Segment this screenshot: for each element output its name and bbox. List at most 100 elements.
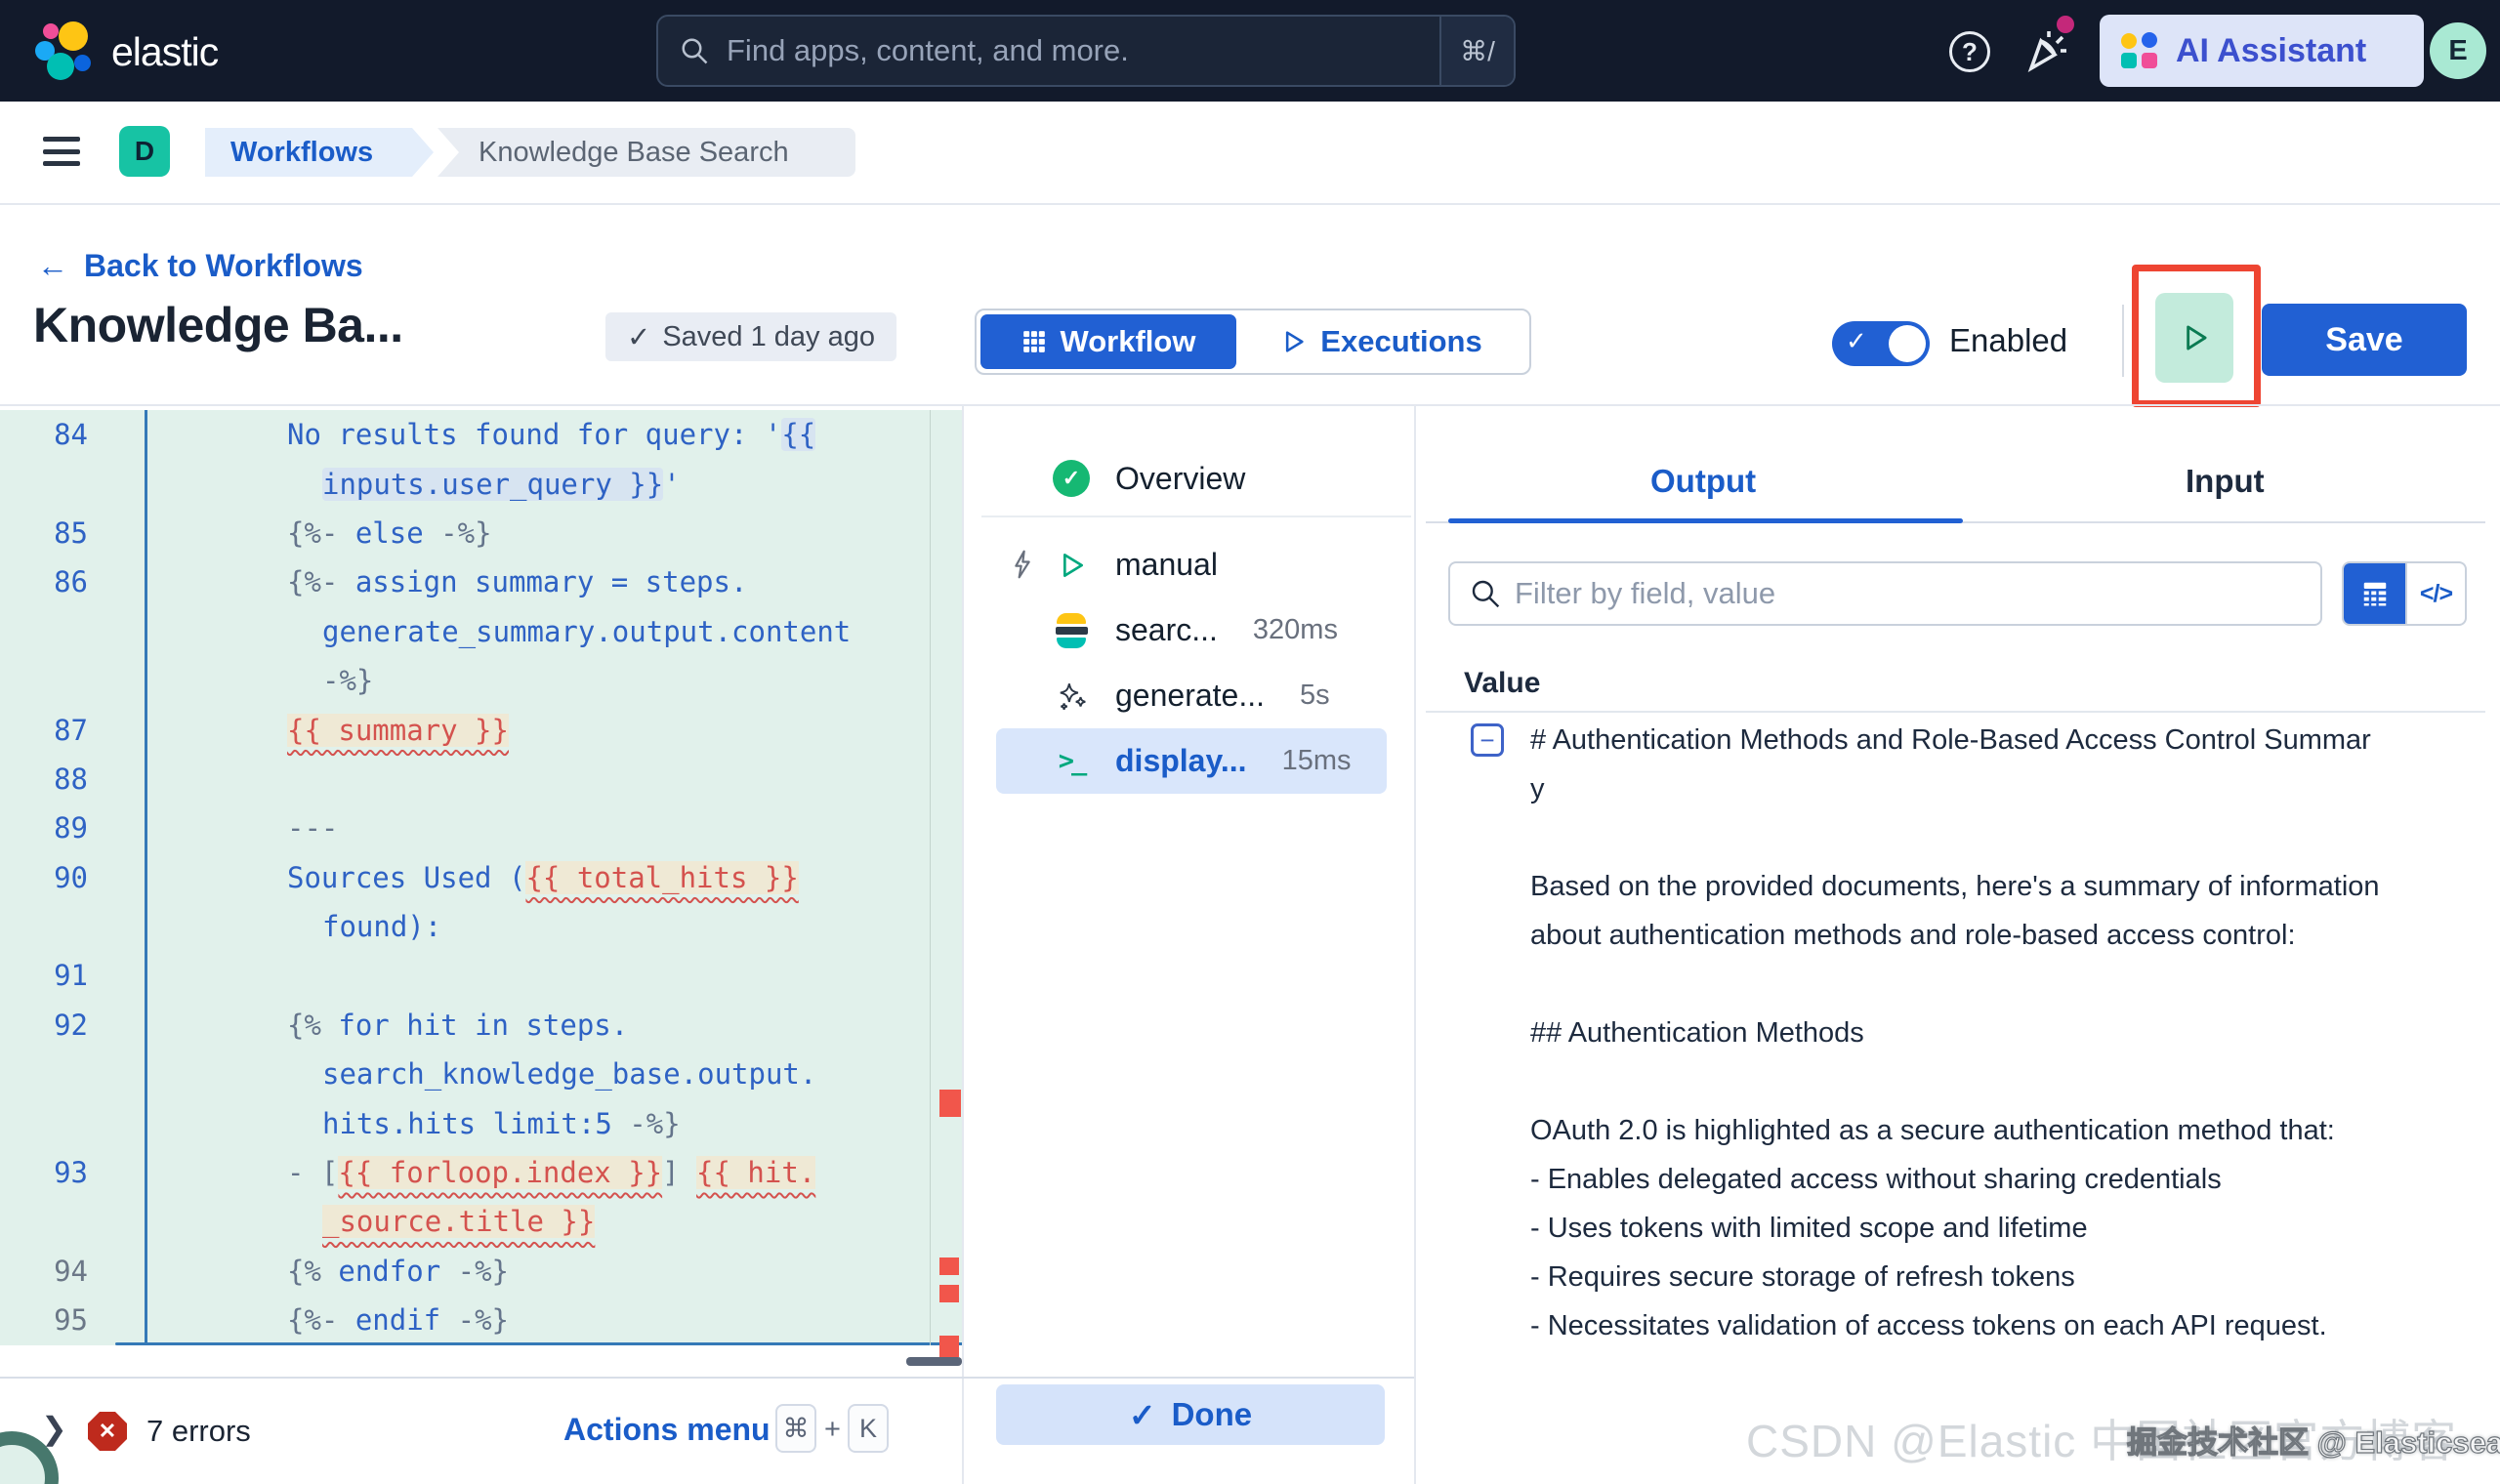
notification-dot [2057, 16, 2074, 33]
code-line[interactable]: 86{%- assign summary = steps. [0, 557, 962, 606]
line-number: 86 [0, 565, 88, 598]
code-token: endif [355, 1303, 458, 1337]
step-item-generate[interactable]: generate...5s [996, 663, 1387, 728]
step-duration: 320ms [1253, 614, 1338, 646]
save-button[interactable]: Save [2262, 304, 2467, 376]
code-token: -%} [440, 516, 491, 550]
code-rows[interactable]: 84No results found for query: '{{inputs.… [0, 410, 962, 1344]
code-view-button[interactable]: </> [2405, 563, 2465, 624]
step-overview[interactable]: ✓ Overview [996, 451, 1387, 506]
step-item-manual[interactable]: manual [996, 532, 1387, 598]
header-divider [2122, 305, 2124, 377]
done-check-icon: ✓ [1129, 1396, 1156, 1434]
menu-icon[interactable] [43, 137, 80, 166]
back-to-workflows-link[interactable]: ← Back to Workflows [37, 248, 363, 284]
code-token: {%- [287, 1303, 355, 1337]
panel-divider [1414, 406, 1416, 1484]
terminal-icon: >_ [1059, 746, 1085, 776]
code-token: generate_summary.output.content [322, 615, 851, 648]
line-number: 95 [0, 1303, 88, 1337]
code-line[interactable]: 88 [0, 755, 962, 804]
run-play-icon [2176, 319, 2213, 356]
tab-workflow[interactable]: Workflow [980, 314, 1236, 369]
output-value-content: # Authentication Methods and Role-Based … [1530, 716, 2380, 1350]
view-mode-switch: </> [2342, 561, 2467, 626]
code-token: {{ summary }} [287, 714, 509, 747]
actions-menu-button[interactable]: Actions menu [563, 1412, 771, 1448]
step-label: searc... [1115, 612, 1218, 648]
line-number: 94 [0, 1255, 88, 1288]
yaml-editor[interactable]: 84No results found for query: '{{inputs.… [0, 406, 962, 1484]
code-token: {{ hit. [696, 1156, 815, 1189]
tab-input[interactable]: Input [2186, 463, 2265, 500]
code-line[interactable]: 84No results found for query: '{{ [0, 410, 962, 459]
ai-assistant-button[interactable]: AI Assistant [2100, 15, 2424, 87]
help-icon[interactable]: ? [1949, 31, 1990, 72]
space-badge[interactable]: D [119, 126, 170, 177]
back-arrow-icon: ← [37, 248, 68, 284]
trigger-bolt-icon [1012, 550, 1033, 579]
line-number: 88 [0, 763, 88, 796]
breadcrumb-workflows[interactable]: Workflows [205, 128, 434, 177]
filter-field[interactable] [1448, 561, 2322, 626]
code-token: assign summary = steps. [355, 565, 748, 598]
line-number: 91 [0, 959, 88, 992]
code-line[interactable]: 92{% for hit in steps. [0, 1001, 962, 1050]
code-line[interactable]: 91 [0, 951, 962, 1000]
tab-output[interactable]: Output [1650, 463, 1756, 500]
code-line[interactable]: 89--- [0, 804, 962, 852]
code-token: -%} [629, 1107, 680, 1140]
elastic-logo-icon [35, 21, 96, 82]
overview-label: Overview [1115, 461, 1245, 497]
code-line[interactable]: 95{%- endif -%} [0, 1296, 962, 1344]
global-search[interactable]: ⌘/ [656, 15, 1516, 87]
done-button[interactable]: ✓ Done [996, 1384, 1385, 1445]
line-number: 85 [0, 516, 88, 550]
code-line[interactable]: 85{%- else -%} [0, 509, 962, 557]
collapse-icon[interactable]: − [1471, 723, 1504, 757]
logo-wordmark: elastic [111, 29, 218, 75]
ai-assistant-icon [2121, 32, 2158, 69]
code-line[interactable]: generate_summary.output.content [0, 607, 962, 656]
saved-status-badge: ✓ Saved 1 day ago [605, 312, 896, 361]
code-line[interactable]: 90Sources Used ({{ total_hits }} [0, 853, 962, 902]
error-marker [939, 1257, 959, 1275]
line-number: 84 [0, 418, 88, 451]
error-marker [939, 1336, 959, 1357]
step-item-display[interactable]: >_display...15ms [996, 728, 1387, 794]
user-avatar[interactable]: E [2430, 22, 2486, 79]
tab-underline-active [1448, 518, 1963, 523]
code-line[interactable]: inputs.user_query }}' [0, 459, 962, 508]
errors-count[interactable]: 7 errors [146, 1414, 251, 1449]
table-view-button[interactable] [2344, 563, 2405, 624]
done-label: Done [1172, 1396, 1253, 1433]
code-line[interactable]: -%} [0, 656, 962, 705]
search-icon [680, 36, 709, 65]
code-line[interactable]: hits.hits limit:5 -%} [0, 1098, 962, 1147]
tab-executions[interactable]: Executions [1236, 314, 1525, 369]
filter-input[interactable] [1501, 576, 2320, 611]
juejin-watermark: 掘金技术社区 @ Elasticsearch [2127, 1418, 2500, 1462]
code-line[interactable]: 87 {{ summary }} [0, 705, 962, 754]
code-token: for hit in steps. [338, 1009, 628, 1042]
ai-assistant-label: AI Assistant [2176, 32, 2366, 70]
code-token: search_knowledge_base.output. [322, 1057, 816, 1091]
code-line[interactable]: search_knowledge_base.output. [0, 1050, 962, 1098]
step-label: generate... [1115, 678, 1265, 714]
line-number: 87 [0, 714, 88, 747]
search-input[interactable] [709, 33, 1439, 68]
panel-divider [962, 406, 964, 1484]
enabled-toggle[interactable]: ✓ [1832, 321, 1930, 366]
step-label: display... [1115, 743, 1247, 779]
run-workflow-button[interactable] [2155, 293, 2233, 383]
code-line[interactable]: found): [0, 902, 962, 951]
step-item-searc[interactable]: searc... 320ms [996, 598, 1387, 663]
elastic-logo[interactable]: elastic [35, 21, 218, 82]
news-feed-icon[interactable] [2023, 27, 2070, 74]
play-icon [1279, 328, 1307, 355]
plus-separator: + [824, 1414, 841, 1446]
editor-scrollbar[interactable] [906, 1357, 962, 1366]
cmd-keycap: ⌘ [775, 1404, 816, 1453]
expand-errors-icon[interactable]: ❯ [41, 1410, 67, 1447]
code-line[interactable]: 93- [{{ forloop.index }}] {{ hit. [0, 1148, 962, 1197]
